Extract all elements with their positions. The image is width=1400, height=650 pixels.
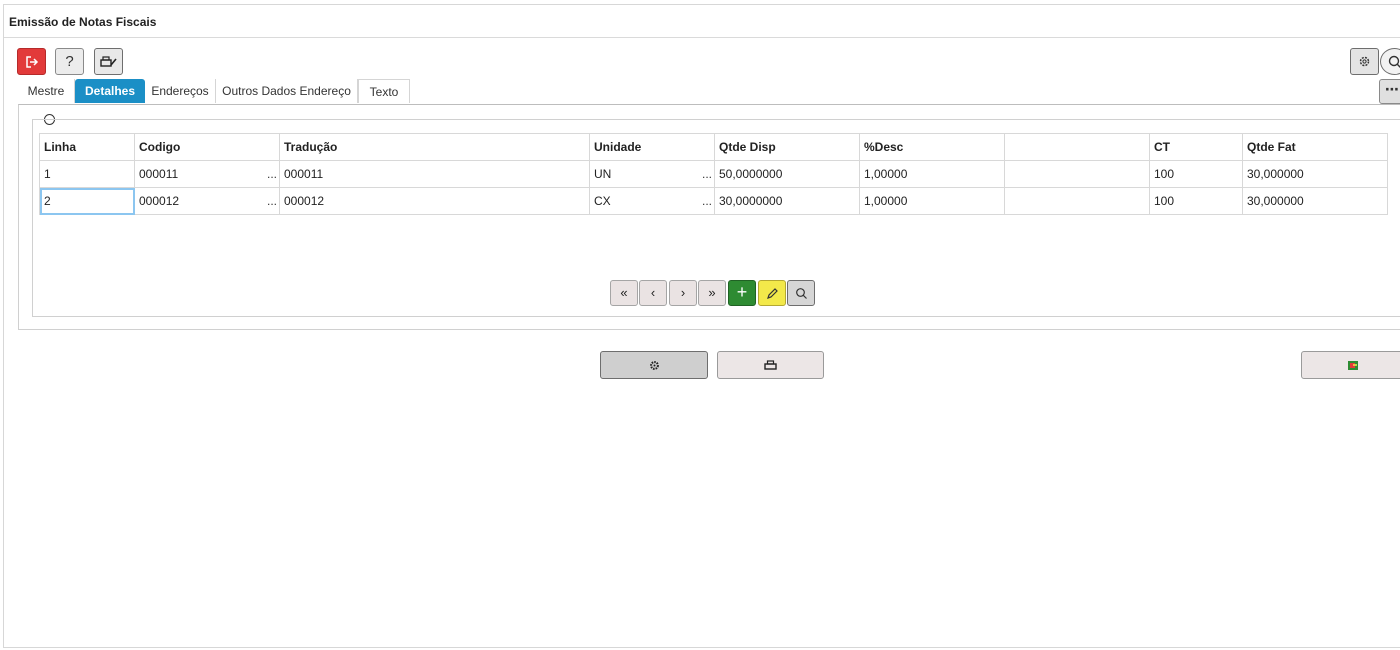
- lookup-button[interactable]: ...: [267, 167, 277, 181]
- edit-row-button[interactable]: [758, 280, 786, 306]
- more-icon: ⋯: [1385, 81, 1399, 97]
- gear-icon: [1359, 56, 1370, 67]
- cell-unidade[interactable]: UN...: [589, 160, 715, 188]
- cell-unidade[interactable]: CX...: [589, 187, 715, 215]
- lookup-button[interactable]: ...: [267, 194, 277, 208]
- tab-enderecos[interactable]: Endereços: [145, 79, 216, 103]
- print-edit-button[interactable]: [94, 48, 123, 75]
- cell-unidade-value: CX: [594, 194, 611, 208]
- cell-codigo[interactable]: 000012...: [134, 187, 280, 215]
- search-icon: [1388, 55, 1400, 68]
- export-icon: [1348, 360, 1358, 370]
- tab-label: Outros Dados Endereço: [222, 84, 351, 98]
- cell-desc[interactable]: 1,00000: [859, 187, 1005, 215]
- cell-linha[interactable]: 2: [39, 187, 135, 215]
- exit-icon: [25, 55, 38, 68]
- gear-icon: [649, 360, 659, 370]
- lookup-button[interactable]: ...: [702, 167, 712, 181]
- help-button[interactable]: ?: [55, 48, 84, 75]
- tab-label: Texto: [369, 85, 399, 99]
- pencil-icon: [766, 288, 778, 299]
- page-title: Emissão de Notas Fiscais: [9, 15, 157, 29]
- export-button[interactable]: [1301, 351, 1400, 379]
- title-bar: Emissão de Notas Fiscais: [4, 5, 1400, 38]
- table-row[interactable]: 2 000012... 000012 CX... 30,0000000 1,00…: [39, 187, 1388, 215]
- cell-qtde-disp[interactable]: 30,0000000: [714, 187, 860, 215]
- lookup-button[interactable]: ...: [702, 194, 712, 208]
- col-header-qtde-disp[interactable]: Qtde Disp: [714, 133, 860, 161]
- cell-unidade-value: UN: [594, 167, 612, 181]
- printer-icon: [764, 359, 777, 370]
- cell-blank[interactable]: [1004, 160, 1150, 188]
- col-header-linha[interactable]: Linha: [39, 133, 135, 161]
- exit-button[interactable]: [17, 48, 46, 75]
- table-header-row: Linha Codigo Tradução Unidade Qtde Disp …: [39, 133, 1388, 161]
- cell-codigo-value: 000011: [139, 167, 179, 181]
- col-header-traducao[interactable]: Tradução: [279, 133, 590, 161]
- add-row-button[interactable]: +: [728, 280, 756, 306]
- col-header-ct[interactable]: CT: [1149, 133, 1243, 161]
- more-options-button[interactable]: ⋯: [1379, 79, 1400, 104]
- cell-traducao[interactable]: 000012: [279, 187, 590, 215]
- tab-label: Detalhes: [84, 84, 136, 98]
- cell-qtde-fat[interactable]: 30,000000: [1242, 160, 1388, 188]
- search-button[interactable]: [1380, 48, 1400, 75]
- cell-qtde-disp[interactable]: 50,0000000: [714, 160, 860, 188]
- process-button[interactable]: [600, 351, 708, 379]
- prev-page-button[interactable]: ‹: [639, 280, 667, 306]
- col-header-blank[interactable]: [1004, 133, 1150, 161]
- tab-label: Endereços: [151, 84, 209, 98]
- details-table: Linha Codigo Tradução Unidade Qtde Disp …: [39, 133, 1388, 215]
- cell-codigo-value: 000012: [139, 194, 180, 208]
- col-header-qtde-fat[interactable]: Qtde Fat: [1242, 133, 1388, 161]
- print-button[interactable]: [717, 351, 824, 379]
- tab-texto[interactable]: Texto: [358, 79, 410, 103]
- cell-codigo[interactable]: 000011...: [134, 160, 280, 188]
- search-icon: [795, 288, 807, 299]
- cell-linha[interactable]: 1: [39, 160, 135, 188]
- cell-blank[interactable]: [1004, 187, 1150, 215]
- next-page-button[interactable]: ›: [669, 280, 697, 306]
- cell-traducao[interactable]: 000011: [279, 160, 590, 188]
- cell-ct[interactable]: 100: [1149, 187, 1243, 215]
- tab-label: Mestre: [27, 84, 65, 98]
- cell-ct[interactable]: 100: [1149, 160, 1243, 188]
- search-row-button[interactable]: [787, 280, 815, 306]
- table-row[interactable]: 1 000011... 000011 UN... 50,0000000 1,00…: [39, 160, 1388, 188]
- tab-detalhes[interactable]: Detalhes: [75, 79, 145, 103]
- printer-edit-icon: [99, 55, 117, 67]
- col-header-unidade[interactable]: Unidade: [589, 133, 715, 161]
- col-header-codigo[interactable]: Codigo: [134, 133, 280, 161]
- tab-mestre[interactable]: Mestre: [18, 79, 75, 103]
- tab-outros-dados-endereco[interactable]: Outros Dados Endereço: [216, 79, 358, 103]
- details-grid-container: Linha Codigo Tradução Unidade Qtde Disp …: [32, 119, 1400, 317]
- settings-button[interactable]: [1350, 48, 1379, 75]
- last-page-button[interactable]: »: [698, 280, 726, 306]
- first-page-button[interactable]: «: [610, 280, 638, 306]
- details-panel: Linha Codigo Tradução Unidade Qtde Disp …: [18, 104, 1400, 330]
- col-header-desc[interactable]: %Desc: [859, 133, 1005, 161]
- help-label: ?: [65, 53, 74, 70]
- cell-desc[interactable]: 1,00000: [859, 160, 1005, 188]
- cell-qtde-fat[interactable]: 30,000000: [1242, 187, 1388, 215]
